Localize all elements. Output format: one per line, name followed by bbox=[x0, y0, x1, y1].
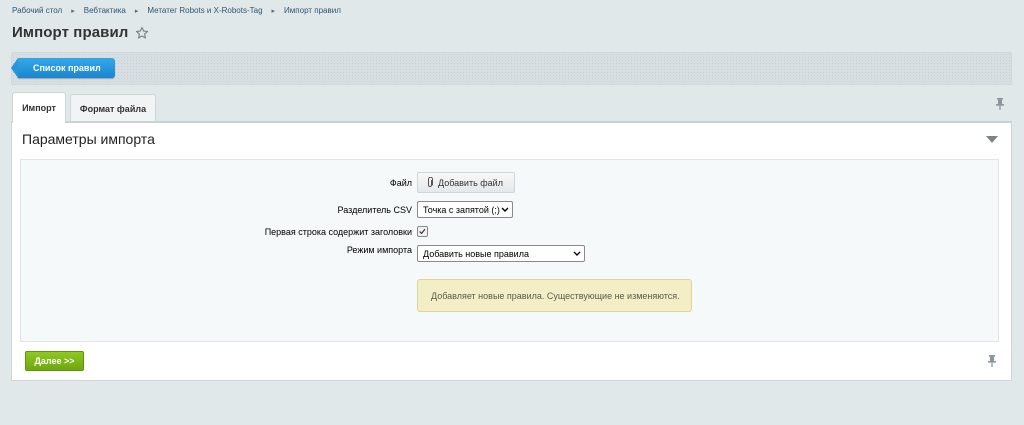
csv-separator-value: Точка с запятой (;) bbox=[423, 204, 500, 215]
star-icon[interactable] bbox=[135, 26, 149, 40]
file-label: Файл bbox=[389, 178, 412, 188]
section-title: Параметры импорта bbox=[22, 131, 155, 147]
toolbar bbox=[11, 52, 1012, 85]
breadcrumb-separator: ▸ bbox=[271, 7, 276, 15]
breadcrumb-separator: ▸ bbox=[134, 7, 139, 15]
page-title: Импорт правил bbox=[12, 24, 129, 41]
tab-file-format[interactable]: Формат файла bbox=[70, 94, 156, 122]
import-mode-hint: Добавляет новые правила. Существующие не… bbox=[417, 279, 692, 312]
csv-separator-label: Разделитель CSV bbox=[337, 205, 412, 215]
breadcrumb-item-robots[interactable]: Метатег Robots и X-Robots-Tag bbox=[147, 6, 262, 15]
breadcrumb-separator: ▸ bbox=[71, 7, 75, 15]
paperclip-icon bbox=[428, 177, 433, 187]
next-button[interactable]: Далее >> bbox=[25, 351, 84, 371]
header-row-checkbox[interactable] bbox=[417, 226, 428, 237]
import-mode-value: Добавить новые правила bbox=[423, 248, 529, 259]
chevron-down-icon bbox=[501, 207, 509, 212]
import-mode-select[interactable]: Добавить новые правила bbox=[417, 245, 585, 262]
checkmark-icon bbox=[419, 228, 426, 235]
pin-icon[interactable] bbox=[995, 98, 1005, 110]
import-mode-label: Режим импорта bbox=[346, 245, 412, 255]
breadcrumb-item-desktop[interactable]: Рабочий стол bbox=[12, 6, 62, 15]
add-file-label: Добавить файл bbox=[438, 177, 503, 188]
header-row-label: Первая строка содержит заголовки bbox=[264, 227, 412, 237]
pin-icon[interactable] bbox=[987, 355, 997, 367]
add-file-button[interactable]: Добавить файл bbox=[417, 172, 515, 193]
csv-separator-select[interactable]: Точка с запятой (;) bbox=[417, 201, 513, 218]
breadcrumb-item-webtaktika[interactable]: Вебтактика bbox=[84, 6, 126, 15]
collapse-arrow-icon[interactable] bbox=[986, 136, 998, 143]
rules-list-button[interactable]: Список правил bbox=[11, 58, 115, 78]
tab-import[interactable]: Импорт bbox=[12, 92, 66, 123]
chevron-down-icon bbox=[573, 251, 581, 256]
breadcrumb: Рабочий стол ▸ Вебтактика ▸ Метатег Robo… bbox=[12, 6, 341, 15]
breadcrumb-item-import[interactable]: Импорт правил bbox=[284, 6, 341, 15]
